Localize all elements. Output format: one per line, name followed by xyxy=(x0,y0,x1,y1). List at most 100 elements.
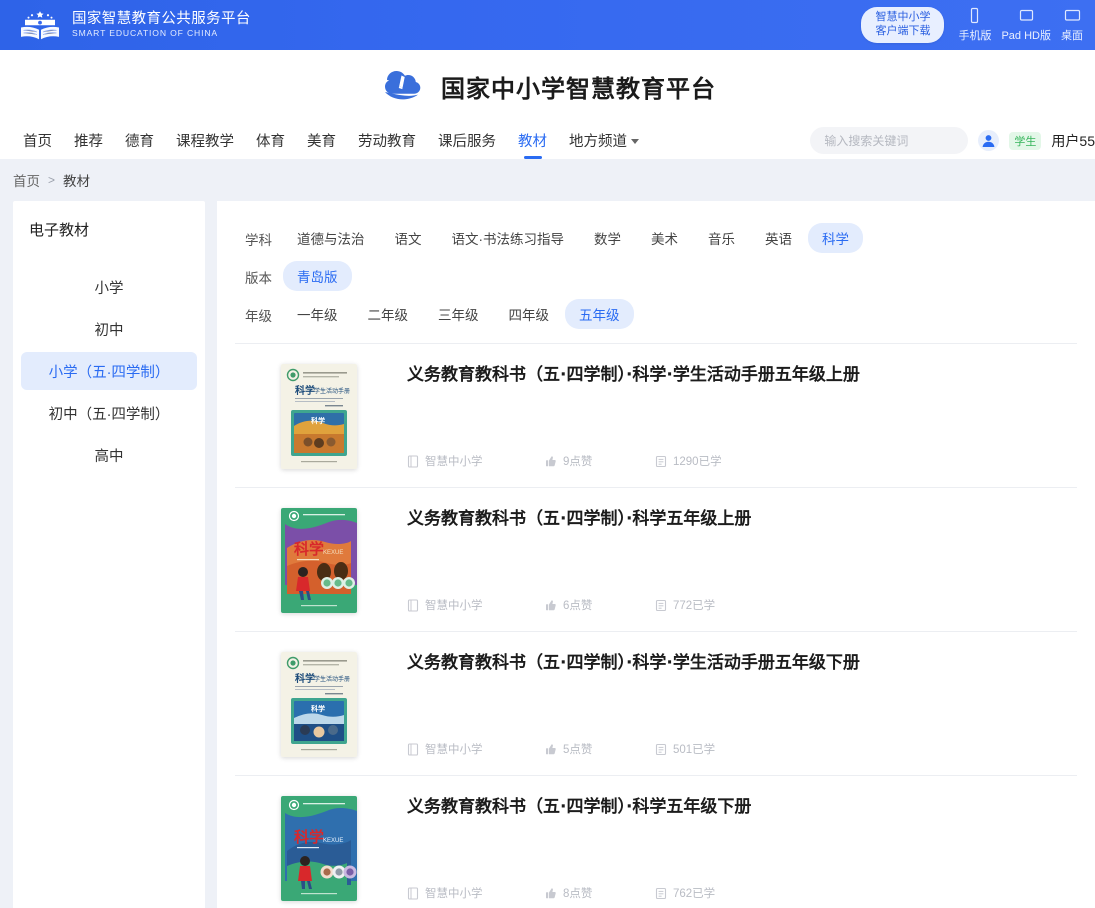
svg-text:科学: 科学 xyxy=(295,672,315,685)
svg-text:KEXUE: KEXUE xyxy=(323,838,343,844)
download-platform-phone[interactable]: 手机版 xyxy=(958,7,991,43)
nav-item-laodongjiaoyu[interactable]: 劳动教育 xyxy=(347,122,427,159)
book-learned-label: 501已学 xyxy=(673,744,716,756)
nav-item-shouye[interactable]: 首页 xyxy=(12,122,63,159)
table-row[interactable]: 科学 学生活动手册 科学 义务教育教科书（五·四学制）·科学·学生活动手册五年级… xyxy=(235,632,1077,776)
user-avatar-icon xyxy=(983,135,995,147)
sidebar-item-label: 初中 xyxy=(94,322,124,339)
nav-label: 课后服务 xyxy=(438,134,496,150)
book-icon xyxy=(407,742,419,756)
filter-chip-daodeyufazhi[interactable]: 道德与法治 xyxy=(283,223,379,253)
thumbs-up-icon xyxy=(546,455,556,466)
study-icon xyxy=(655,743,667,755)
thumbs-up-icon xyxy=(546,743,556,754)
svg-text:科学: 科学 xyxy=(311,416,325,425)
book-title: 义务教育教科书（五·四学制）·科学·学生活动手册五年级下册 xyxy=(407,653,860,673)
platform-logo[interactable]: 国家中小学智慧教育平台 xyxy=(379,66,716,106)
book-learned-label: 1290已学 xyxy=(673,456,722,468)
nav-label: 德育 xyxy=(125,134,154,150)
breadcrumb-separator: > xyxy=(48,173,56,187)
nav-item-jiaocai[interactable]: 教材 xyxy=(507,122,558,159)
nav-label: 教材 xyxy=(518,134,547,150)
site-brand[interactable]: 国家智慧教育公共服务平台 SMART EDUCATION OF CHINA xyxy=(18,10,251,40)
sidebar-item-label: 小学（五·四学制） xyxy=(48,364,170,381)
download-platform-desktop-label: 桌面 xyxy=(1061,30,1083,42)
nav-item-meiyu[interactable]: 美育 xyxy=(296,122,347,159)
table-row[interactable]: 科学 KEXUE xyxy=(235,776,1077,908)
book-publisher: 智慧中小学 xyxy=(407,597,545,613)
nav-label: 推荐 xyxy=(74,134,103,150)
nav-item-difangpindao[interactable]: 地方频道 xyxy=(558,122,650,159)
top-blue-bar: 国家智慧教育公共服务平台 SMART EDUCATION OF CHINA 智慧… xyxy=(0,0,1095,50)
filter-chip-sinianji[interactable]: 四年级 xyxy=(495,299,564,329)
book-cover-image: 科学 KEXUE xyxy=(281,796,357,901)
sidebar-item-xiaoxue-wusi[interactable]: 小学（五·四学制） xyxy=(21,352,197,390)
book-icon xyxy=(407,598,419,612)
download-platform-phone-label: 手机版 xyxy=(958,30,992,42)
filter-chip-yuwenshufa[interactable]: 语文·书法练习指导 xyxy=(438,223,579,253)
search-input[interactable] xyxy=(824,133,980,148)
filter-chip-meishu[interactable]: 美术 xyxy=(637,223,692,253)
filter-chip-yingyu[interactable]: 英语 xyxy=(751,223,806,253)
nav-item-kehoufuwu[interactable]: 课后服务 xyxy=(427,122,507,159)
download-platform-desktop[interactable]: 桌面 xyxy=(1061,7,1083,43)
avatar[interactable] xyxy=(978,130,1000,151)
nav-item-kechengjiaoxue[interactable]: 课程教学 xyxy=(165,122,245,159)
filter-chip-shuxue[interactable]: 数学 xyxy=(580,223,635,253)
sidebar-item-chuzhong-wusi[interactable]: 初中（五·四学制） xyxy=(21,394,197,432)
download-platform-pad[interactable]: Pad HD版 xyxy=(1001,7,1051,43)
book-icon xyxy=(407,886,419,900)
national-emblem-icon xyxy=(18,10,62,40)
sidebar-item-chuzhong[interactable]: 初中 xyxy=(21,310,197,348)
nav-item-tiyu[interactable]: 体育 xyxy=(245,122,296,159)
filter-chip-kexue[interactable]: 科学 xyxy=(808,223,863,253)
search-box[interactable] xyxy=(810,127,995,154)
thumbs-up-icon xyxy=(546,887,556,898)
book-info: 义务教育教科书（五·四学制）·科学五年级上册 智慧中小学 6点赞 772已学 xyxy=(407,508,1077,613)
user-name[interactable]: 用户55 xyxy=(1051,131,1095,151)
nav-label: 地方频道 xyxy=(569,134,627,150)
filter-row-grade: 年级 一年级 二年级 三年级 四年级 五年级 xyxy=(235,299,1077,329)
book-likes-label: 6点赞 xyxy=(563,600,593,612)
filter-chip-yinyue[interactable]: 音乐 xyxy=(694,223,749,253)
study-icon xyxy=(655,887,667,899)
nav-item-tuijian[interactable]: 推荐 xyxy=(63,122,114,159)
user-role-badge: 学生 xyxy=(1009,131,1042,150)
breadcrumb-item-home[interactable]: 首页 xyxy=(13,170,40,190)
phone-icon xyxy=(971,7,979,24)
table-row[interactable]: 科学 学生活动手册 科学 义务教育教科书（五·四学制）·科学·学生活动手册五年级… xyxy=(235,344,1077,488)
cloud-book-logo-icon xyxy=(385,71,421,100)
study-icon xyxy=(655,599,667,611)
filter-chip-wunianji[interactable]: 五年级 xyxy=(565,299,634,329)
book-meta-row: 智慧中小学 6点赞 772已学 xyxy=(407,597,1077,613)
main-navigation: 首页 推荐 德育 课程教学 体育 美育 劳动教育 课后服务 教材 地方频道 输入… xyxy=(0,122,1095,159)
sidebar-item-xiaoxue[interactable]: 小学 xyxy=(21,268,197,306)
tablet-icon xyxy=(1019,9,1033,21)
study-icon xyxy=(655,455,667,467)
filter-chip-ernianji[interactable]: 二年级 xyxy=(354,299,423,329)
sidebar-item-gaozhong[interactable]: 高中 xyxy=(21,436,197,474)
book-learned: 762已学 xyxy=(655,885,715,901)
book-meta-row: 智慧中小学 9点赞 1290已学 xyxy=(407,453,1077,469)
download-platform-list: 手机版 Pad HD版 桌面 xyxy=(958,7,1083,43)
nav-item-deyu[interactable]: 德育 xyxy=(114,122,165,159)
table-row[interactable]: 科学 KEXUE xyxy=(235,488,1077,632)
filter-chip-sannianji[interactable]: 三年级 xyxy=(424,299,493,329)
sidebar-item-label: 初中（五·四学制） xyxy=(48,406,170,423)
nav-label: 课程教学 xyxy=(176,134,234,150)
book-learned: 1290已学 xyxy=(655,453,722,469)
filter-chip-yinianji[interactable]: 一年级 xyxy=(283,299,352,329)
book-publisher: 智慧中小学 xyxy=(407,453,545,469)
client-download-button[interactable]: 智慧中小学 客户端下载 xyxy=(861,7,945,43)
sidebar-title: 电子教材 xyxy=(29,222,90,239)
book-likes-label: 5点赞 xyxy=(563,744,593,756)
book-meta-row: 智慧中小学 8点赞 762已学 xyxy=(407,885,1077,901)
filter-options-subject: 道德与法治 语文 语文·书法练习指导 数学 美术 音乐 英语 科学 xyxy=(283,223,863,253)
filter-chip-qingdaoban[interactable]: 青岛版 xyxy=(283,261,352,291)
book-learned-label: 772已学 xyxy=(673,600,716,612)
filter-options-edition: 青岛版 xyxy=(283,261,352,291)
filter-chip-yuwen[interactable]: 语文 xyxy=(381,223,436,253)
nav-right-group: 学生 用户55 xyxy=(810,127,1095,154)
topbar-right-group: 智慧中小学 客户端下载 手机版 Pad HD版 桌面 xyxy=(861,7,1083,43)
breadcrumb-item-current: 教材 xyxy=(63,174,91,189)
